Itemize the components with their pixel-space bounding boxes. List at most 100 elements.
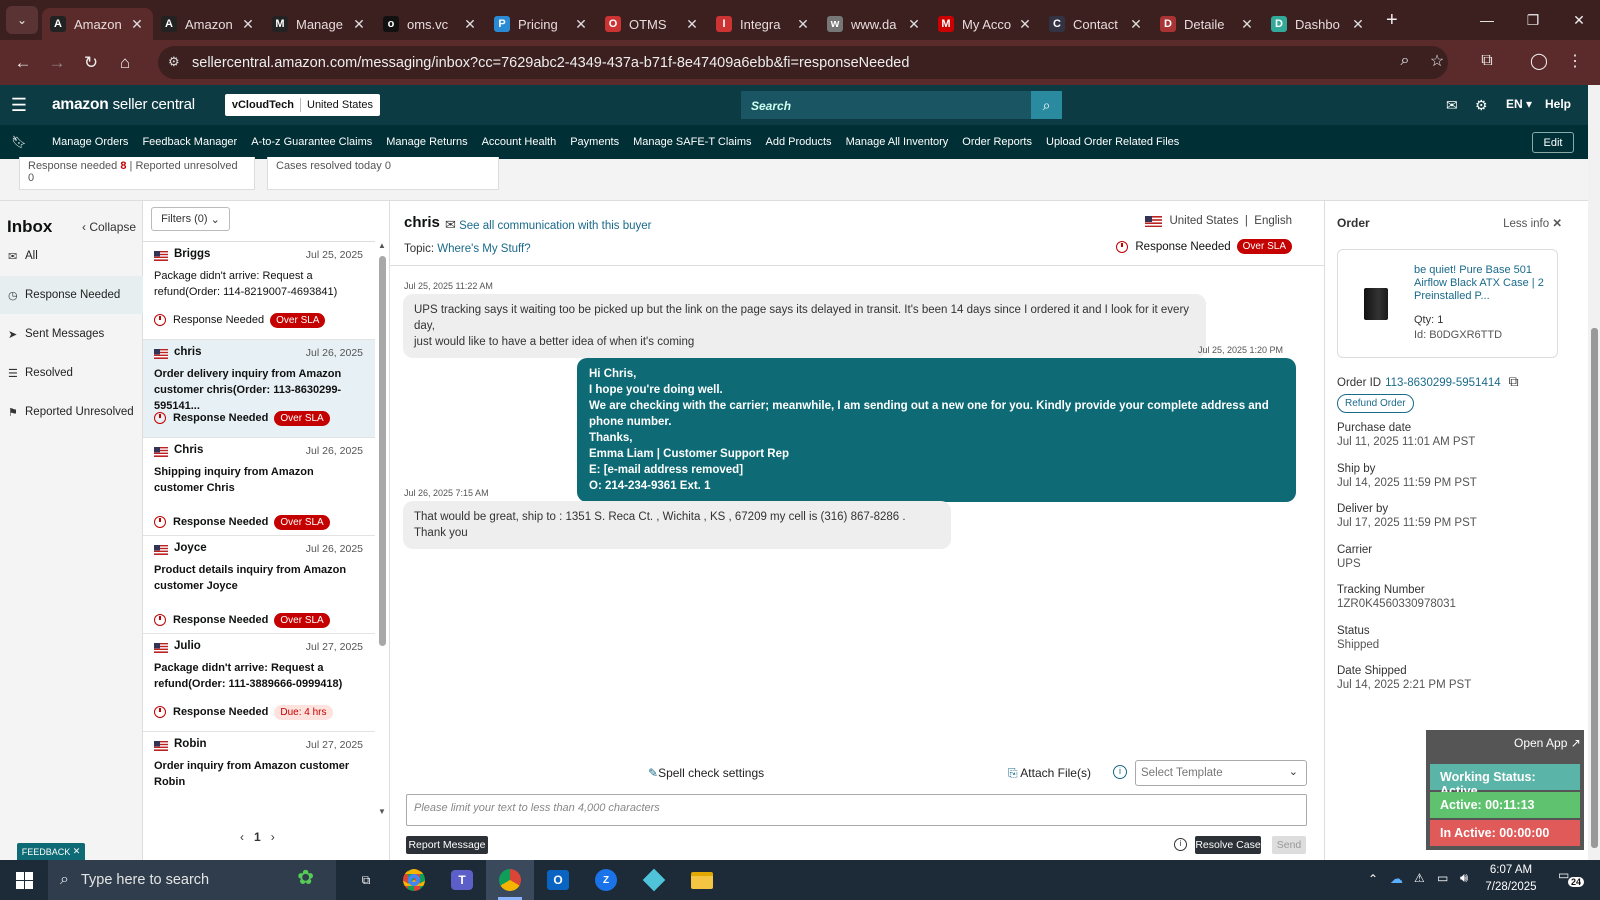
- info-icon[interactable]: i: [1174, 838, 1187, 851]
- onedrive-icon[interactable]: ☁: [1390, 871, 1403, 887]
- nav-link[interactable]: Account Health: [482, 136, 557, 148]
- browser-tab[interactable]: o oms.vc ✕: [375, 8, 486, 40]
- sidebar-item-all[interactable]: ✉ All: [0, 237, 143, 275]
- browser-tab[interactable]: M My Acco ✕: [930, 8, 1041, 40]
- profile-icon[interactable]: ◯: [1524, 46, 1554, 76]
- nav-link[interactable]: Order Reports: [962, 136, 1032, 148]
- teams-icon[interactable]: T: [438, 860, 486, 900]
- browser-tab[interactable]: w www.da ✕: [819, 8, 930, 40]
- close-tab-icon[interactable]: ✕: [573, 16, 589, 33]
- notification-center-icon[interactable]: ▭ 24: [1558, 868, 1585, 892]
- browser-tab[interactable]: P Pricing ✕: [486, 8, 597, 40]
- sidebar-item-reported-unresolved[interactable]: ⚑ Reported Unresolved: [0, 393, 143, 431]
- site-info-icon[interactable]: ⚙: [168, 54, 180, 70]
- new-tab-button[interactable]: +: [1386, 9, 1398, 32]
- nav-link[interactable]: Feedback Manager: [142, 136, 237, 148]
- network-alert-icon[interactable]: ⚠: [1414, 871, 1425, 885]
- report-message-button[interactable]: Report Message: [406, 836, 488, 854]
- see-all-communication-link[interactable]: ✉ See all communication with this buyer: [445, 217, 652, 233]
- template-select[interactable]: Select Template ⌄: [1135, 760, 1307, 786]
- conversation-item[interactable]: Chris Jul 26, 2025 Shipping inquiry from A…: [143, 438, 375, 536]
- refund-order-button[interactable]: Refund Order: [1337, 394, 1414, 413]
- nav-link[interactable]: Payments: [570, 136, 619, 148]
- seller-central-logo[interactable]: amazon seller central: [52, 96, 195, 114]
- browser-menu-icon[interactable]: ⋮: [1560, 46, 1590, 76]
- spell-check-settings[interactable]: ✎Spell check settings: [648, 766, 764, 780]
- collapse-button[interactable]: ‹ Collapse: [82, 220, 136, 234]
- nav-link[interactable]: Manage All Inventory: [846, 136, 949, 148]
- tab-search-dropdown[interactable]: ⌄: [6, 6, 38, 34]
- home-button[interactable]: ⌂: [108, 46, 142, 80]
- sidebar-item-resolved[interactable]: ☰ Resolved: [0, 354, 143, 392]
- close-tab-icon[interactable]: ✕: [1017, 16, 1033, 33]
- nav-link[interactable]: Add Products: [766, 136, 832, 148]
- close-tab-icon[interactable]: ✕: [1350, 16, 1366, 33]
- zoho-icon[interactable]: Z: [582, 860, 630, 900]
- back-button[interactable]: ←: [6, 46, 40, 80]
- taskbar-search[interactable]: ⌕ Type here to search ✿: [48, 860, 336, 900]
- nav-link[interactable]: Upload Order Related Files: [1046, 136, 1179, 148]
- conversation-item[interactable]: chris Jul 26, 2025 Order delivery inquiry …: [143, 340, 375, 438]
- outlook-icon[interactable]: O: [534, 860, 582, 900]
- language-selector[interactable]: EN ▾: [1506, 97, 1532, 111]
- order-id-link[interactable]: 113-8630299-5951414: [1385, 377, 1501, 389]
- close-tab-icon[interactable]: ✕: [906, 16, 922, 33]
- search-button[interactable]: ⌕: [1031, 91, 1062, 119]
- minimize-button[interactable]: —: [1464, 0, 1510, 40]
- topic-link[interactable]: Where's My Stuff?: [437, 243, 530, 255]
- help-link[interactable]: Help: [1545, 97, 1571, 111]
- settings-gear-icon[interactable]: ⚙: [1475, 97, 1488, 114]
- close-tab-icon[interactable]: ✕: [795, 16, 811, 33]
- close-window-button[interactable]: ✕: [1556, 0, 1600, 40]
- scroll-up-icon[interactable]: ▲: [378, 241, 386, 250]
- list-scroll-thumb[interactable]: [379, 256, 386, 646]
- nav-link[interactable]: A-to-z Guarantee Claims: [251, 136, 372, 148]
- windows-start-icon[interactable]: [0, 860, 48, 900]
- chrome-profile-icon[interactable]: [486, 860, 534, 900]
- browser-tab[interactable]: D Dashbo ✕: [1263, 8, 1374, 40]
- mail-icon[interactable]: ✉: [1446, 97, 1458, 114]
- browser-tab[interactable]: M Manage ✕: [264, 8, 375, 40]
- close-tab-icon[interactable]: ✕: [462, 16, 478, 33]
- conversation-item[interactable]: Briggs Jul 25, 2025 Package didn't arrive:…: [143, 242, 375, 340]
- product-name-link[interactable]: be quiet! Pure Base 501 Airflow Black AT…: [1414, 264, 1552, 303]
- browser-tab[interactable]: D Detaile ✕: [1152, 8, 1263, 40]
- attach-files-button[interactable]: ⎘ Attach File(s): [1008, 766, 1091, 781]
- sidebar-item-sent-messages[interactable]: ➤ Sent Messages: [0, 315, 143, 353]
- store-switcher[interactable]: vCloudTech United States: [224, 94, 381, 116]
- extensions-icon[interactable]: ⧉: [1472, 46, 1502, 76]
- filters-button[interactable]: Filters (0) ⌄: [151, 207, 230, 231]
- display-icon[interactable]: ▭: [1437, 871, 1448, 885]
- zoom-icon[interactable]: ⌕: [1390, 46, 1420, 76]
- conversation-item[interactable]: Robin Jul 27, 2025 Order inquiry from Amaz…: [143, 732, 375, 816]
- browser-tab[interactable]: C Contact ✕: [1041, 8, 1152, 40]
- feedback-button[interactable]: FEEDBACK ✕: [17, 843, 85, 860]
- chevron-up-icon[interactable]: ⌃: [1368, 872, 1378, 886]
- restore-button[interactable]: ❐: [1510, 0, 1556, 40]
- open-app-link[interactable]: Open App ↗: [1514, 736, 1581, 750]
- nav-link[interactable]: Manage SAFE-T Claims: [633, 136, 751, 148]
- page-scroll-thumb[interactable]: [1591, 328, 1598, 848]
- conversation-item[interactable]: Julio Jul 27, 2025 Package didn't arrive: …: [143, 634, 375, 732]
- browser-tab[interactable]: O OTMS ✕: [597, 8, 708, 40]
- volume-icon[interactable]: 🔊︎: [1460, 870, 1468, 886]
- nav-link[interactable]: Manage Returns: [386, 136, 467, 148]
- resolve-case-button[interactable]: Resolve Case: [1195, 836, 1261, 854]
- send-button[interactable]: Send: [1272, 836, 1306, 854]
- app-diamond-icon[interactable]: [630, 860, 678, 900]
- task-view-icon[interactable]: ⧉: [342, 860, 390, 900]
- url-field[interactable]: ⚙ sellercentral.amazon.com/messaging/inbo…: [158, 46, 1448, 79]
- browser-tab[interactable]: I Integra ✕: [708, 8, 819, 40]
- taskbar-clock[interactable]: 6:07 AM 7/28/2025: [1476, 862, 1546, 896]
- conversation-item[interactable]: Joyce Jul 26, 2025 Product details inquiry…: [143, 536, 375, 634]
- edit-nav-button[interactable]: Edit: [1532, 132, 1574, 153]
- file-explorer-icon[interactable]: [678, 860, 726, 900]
- close-tab-icon[interactable]: ✕: [684, 16, 700, 33]
- reload-button[interactable]: ↻: [74, 46, 108, 80]
- search-input[interactable]: Search: [741, 91, 1031, 119]
- scroll-down-icon[interactable]: ▼: [378, 807, 386, 816]
- info-icon[interactable]: i: [1113, 765, 1127, 779]
- browser-tab[interactable]: A Amazon ✕: [42, 8, 153, 40]
- prev-page-icon[interactable]: ‹: [240, 830, 244, 844]
- chrome-icon[interactable]: [390, 860, 438, 900]
